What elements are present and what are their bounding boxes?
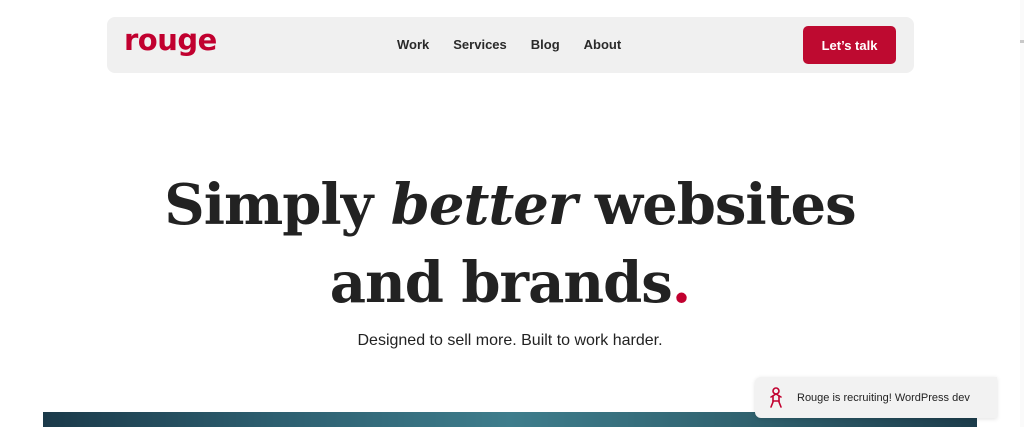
site-header: rouge Work Services Blog About Let’s tal… — [107, 17, 914, 73]
hero-subtitle: Designed to sell more. Built to work har… — [357, 332, 663, 349]
page-scrollbar[interactable] — [1020, 0, 1024, 427]
hero-title-middle: websites — [576, 172, 857, 238]
main-nav: Work Services Blog About — [397, 37, 645, 52]
nav-link-services[interactable]: Services — [453, 37, 507, 52]
hero-title-end: and brands — [329, 250, 673, 316]
hero-title: Simply better websites and brands. — [0, 166, 1020, 322]
recruiting-toast[interactable]: Rouge is recruiting! WordPress dev — [755, 377, 997, 418]
toast-text: Rouge is recruiting! WordPress dev — [797, 391, 970, 404]
nav-link-work[interactable]: Work — [397, 37, 429, 52]
nav-link-about[interactable]: About — [584, 37, 622, 52]
hero-title-dot: . — [671, 250, 691, 316]
lets-talk-button[interactable]: Let’s talk — [803, 26, 896, 64]
nav-link-blog[interactable]: Blog — [531, 37, 560, 52]
hero-title-emphasis: better — [390, 172, 578, 238]
rouge-logo[interactable]: rouge — [124, 26, 217, 55]
mascot-icon — [770, 386, 782, 408]
scrollbar-thumb[interactable] — [1020, 40, 1024, 43]
hero-title-start: Simply — [164, 172, 391, 238]
